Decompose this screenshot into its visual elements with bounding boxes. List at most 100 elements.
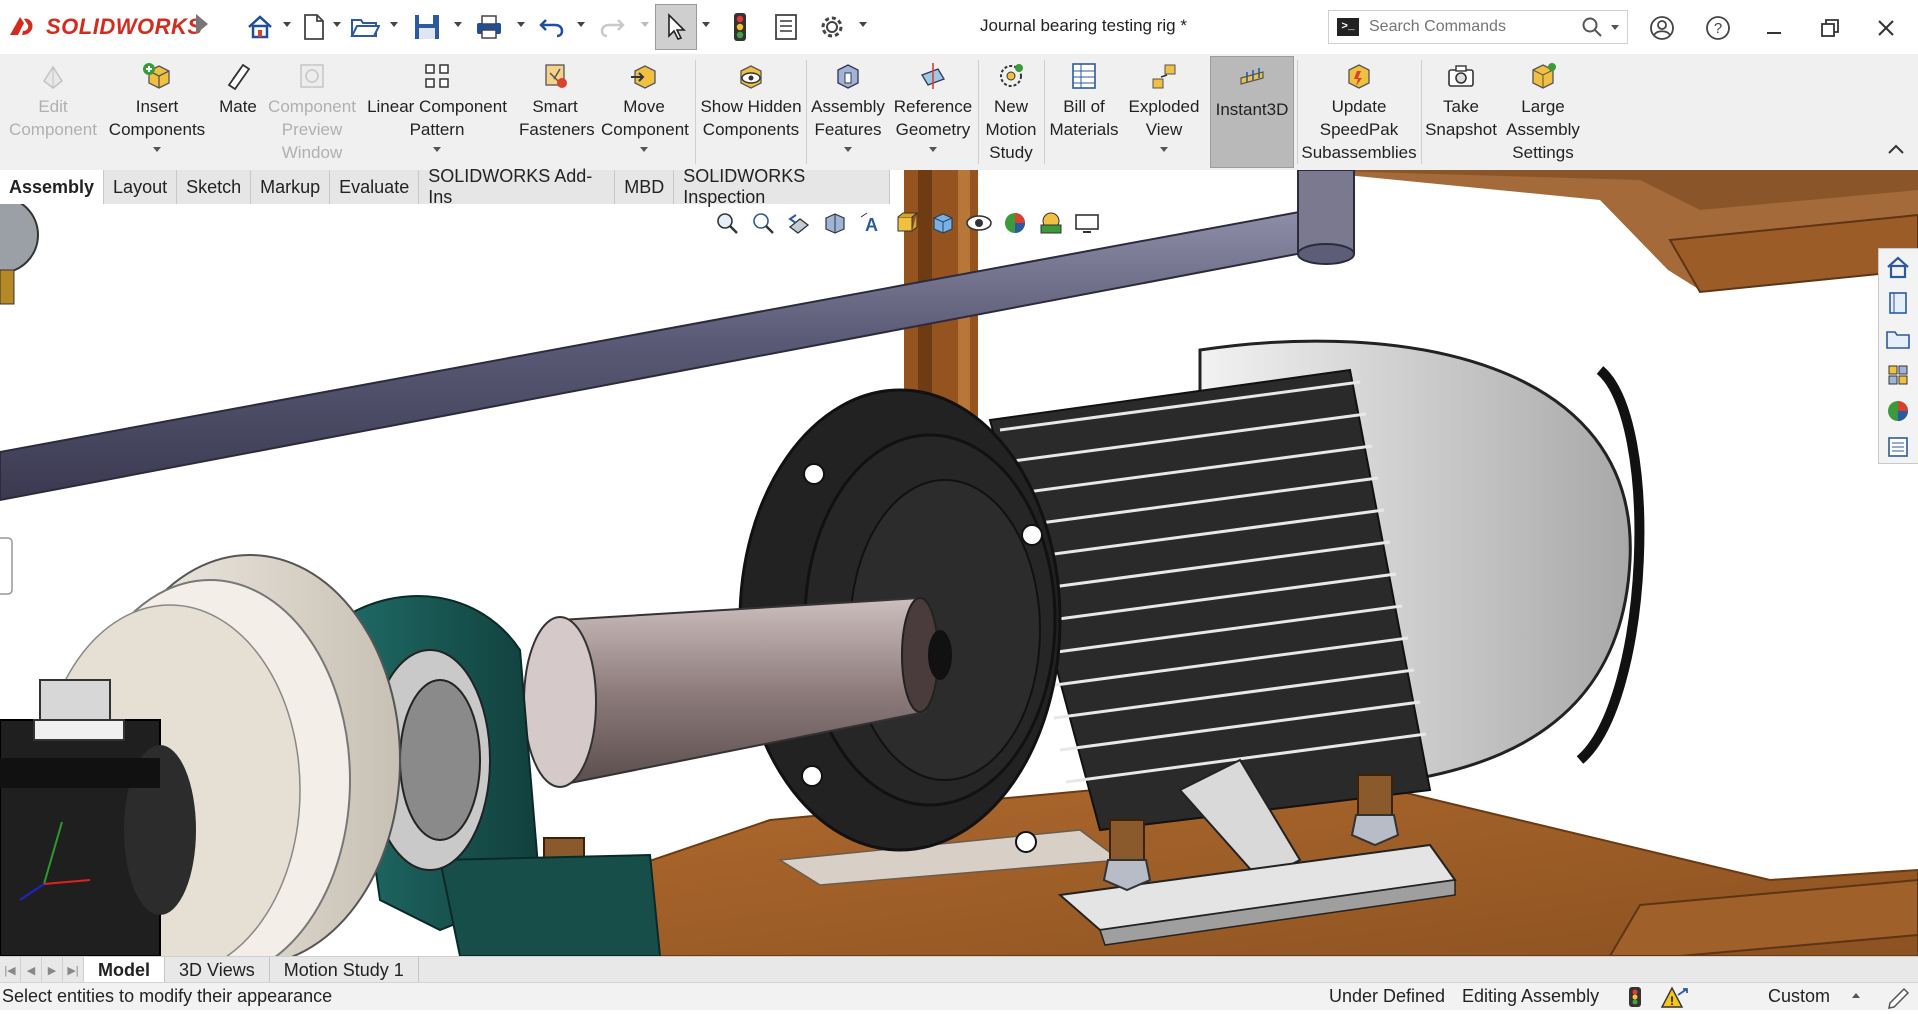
chevron-down-icon[interactable] <box>433 147 441 152</box>
view-palette-icon[interactable] <box>1879 357 1917 393</box>
large-assembly-settings-button[interactable]: Large Assembly Settings <box>1501 54 1585 168</box>
zoom-to-fit-icon[interactable] <box>712 209 742 237</box>
ribbon-separator <box>806 60 807 164</box>
app-brand: SOLIDWORKS <box>46 14 203 39</box>
tab-solidworks-inspection[interactable]: SOLIDWORKS Inspection <box>674 166 890 207</box>
redo-icon[interactable] <box>592 9 632 45</box>
rebuild-warning-icon[interactable]: ! <box>1660 985 1690 1014</box>
solidworks-resources-icon[interactable] <box>1879 249 1917 285</box>
next-tab-icon[interactable]: ▶ <box>42 957 63 983</box>
chevron-down-icon[interactable] <box>577 22 585 27</box>
hide-show-items-icon[interactable] <box>964 209 994 237</box>
chevron-down-icon[interactable] <box>1611 24 1619 30</box>
chevron-down-icon[interactable] <box>454 22 462 27</box>
insert-components-button[interactable]: Insert Components <box>106 54 208 168</box>
tab-layout[interactable]: Layout <box>104 170 178 204</box>
minimize-icon[interactable] <box>1758 12 1790 44</box>
open-folder-icon[interactable] <box>345 9 385 45</box>
display-style-icon[interactable] <box>928 209 958 237</box>
restore-icon[interactable] <box>1814 12 1846 44</box>
heads-up-view-toolbar: A <box>712 208 1102 238</box>
design-library-icon[interactable] <box>1879 285 1917 321</box>
new-document-icon[interactable] <box>294 9 334 45</box>
show-hidden-components-button[interactable]: Show Hidden Components <box>698 54 804 168</box>
assembly-features-button[interactable]: Assembly Features <box>808 54 888 168</box>
instant3d-button[interactable]: Instant3D <box>1210 56 1294 168</box>
tab-motion-study-1[interactable]: Motion Study 1 <box>270 957 419 983</box>
rebuild-traffic-light-icon[interactable] <box>720 9 760 45</box>
bill-of-materials-button[interactable]: Bill of Materials <box>1046 54 1122 168</box>
chevron-down-icon[interactable] <box>517 22 525 27</box>
mate-button[interactable]: Mate <box>210 54 266 168</box>
help-icon[interactable]: ? <box>1702 12 1734 44</box>
dynamic-annotation-icon[interactable]: A <box>856 209 886 237</box>
ribbon-separator <box>1421 60 1422 164</box>
undo-icon[interactable] <box>532 9 572 45</box>
section-view-icon[interactable] <box>820 209 850 237</box>
component-preview-window-button[interactable]: Component Preview Window <box>266 54 358 168</box>
chevron-down-icon[interactable] <box>640 147 648 152</box>
tab-sketch[interactable]: Sketch <box>177 170 252 204</box>
graphics-area[interactable] <box>0 170 1918 956</box>
expand-menu-icon[interactable] <box>196 14 208 34</box>
save-icon[interactable] <box>407 9 447 45</box>
custom-properties-icon[interactable] <box>1879 429 1917 465</box>
tab-evaluate[interactable]: Evaluate <box>330 170 420 204</box>
view-orientation-icon[interactable] <box>892 209 922 237</box>
view-settings-icon[interactable] <box>1072 209 1102 237</box>
appearances-scenes-icon[interactable] <box>1879 393 1917 429</box>
linear-component-pattern-button[interactable]: Linear Component Pattern <box>362 54 512 168</box>
zoom-to-area-icon[interactable] <box>748 209 778 237</box>
smart-fasteners-button[interactable]: Smart Fasteners <box>515 54 595 168</box>
exploded-view-button[interactable]: Exploded View <box>1124 54 1204 168</box>
chevron-down-icon[interactable] <box>929 147 937 152</box>
new-motion-study-button[interactable]: New Motion Study <box>980 54 1042 168</box>
chevron-down-icon[interactable] <box>844 147 852 152</box>
assembly-model-view[interactable] <box>0 170 1918 956</box>
ribbon-separator <box>1297 60 1298 164</box>
move-component-button[interactable]: Move Component <box>596 54 692 168</box>
edit-component-button[interactable]: Edit Component <box>2 54 104 168</box>
close-icon[interactable] <box>1870 12 1902 44</box>
search-icon[interactable] <box>1581 16 1603 38</box>
tab-model[interactable]: Model <box>84 957 165 983</box>
status-bar: Select entities to modify their appearan… <box>0 982 1918 1010</box>
file-explorer-icon[interactable] <box>1879 321 1917 357</box>
chevron-down-icon[interactable] <box>153 147 161 152</box>
first-tab-icon[interactable]: |◀ <box>0 957 21 983</box>
chevron-down-icon[interactable] <box>333 22 341 27</box>
chevron-down-icon[interactable] <box>1160 147 1168 152</box>
chevron-up-icon[interactable] <box>1852 993 1860 998</box>
print-icon[interactable] <box>469 9 509 45</box>
user-account-icon[interactable] <box>1646 12 1678 44</box>
select-arrow-icon[interactable] <box>655 4 697 50</box>
tab-mbd[interactable]: MBD <box>615 170 675 204</box>
gear-icon[interactable] <box>812 9 852 45</box>
reference-geometry-button[interactable]: Reference Geometry <box>890 54 976 168</box>
tab-3d-views[interactable]: 3D Views <box>165 957 270 983</box>
previous-tab-icon[interactable]: ◀ <box>21 957 42 983</box>
units-status[interactable]: Custom <box>1768 986 1830 1007</box>
chevron-down-icon[interactable] <box>390 22 398 27</box>
file-properties-icon[interactable] <box>766 9 806 45</box>
update-speedpak-button[interactable]: Update SpeedPak Subassemblies <box>1300 54 1418 168</box>
take-snapshot-button[interactable]: Take Snapshot <box>1423 54 1499 168</box>
search-input[interactable] <box>1367 17 1581 37</box>
home-icon[interactable] <box>240 9 280 45</box>
ribbon-separator <box>1044 60 1045 164</box>
feedback-icon[interactable] <box>1886 985 1912 1014</box>
chevron-down-icon[interactable] <box>859 22 867 27</box>
tab-assembly[interactable]: Assembly <box>0 170 105 204</box>
edit-appearance-icon[interactable] <box>1000 209 1030 237</box>
chevron-down-icon[interactable] <box>702 22 710 27</box>
previous-view-icon[interactable] <box>784 209 814 237</box>
collapse-ribbon-icon[interactable] <box>1886 142 1906 161</box>
tab-markup[interactable]: Markup <box>251 170 331 204</box>
last-tab-icon[interactable]: ▶| <box>63 957 84 983</box>
chevron-down-icon[interactable] <box>283 22 291 27</box>
solidworks-logo[interactable]: SOLIDWORKS <box>6 10 203 44</box>
chevron-down-icon[interactable] <box>641 22 649 27</box>
apply-scene-icon[interactable] <box>1036 209 1066 237</box>
search-commands-box[interactable]: >_ <box>1328 10 1628 44</box>
tab-solidworks-addins[interactable]: SOLIDWORKS Add-Ins <box>419 166 616 207</box>
